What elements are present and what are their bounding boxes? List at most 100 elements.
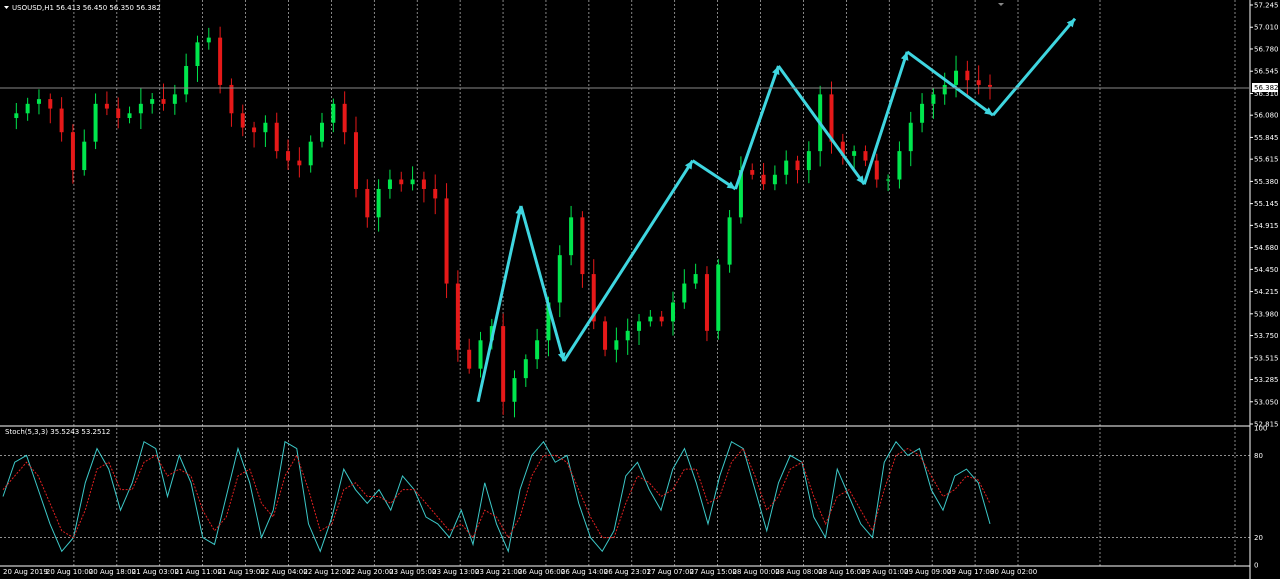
candle-body[interactable]: [897, 151, 902, 180]
candle-body[interactable]: [761, 174, 766, 185]
time-tick-label: 27 Aug 15:00: [690, 568, 737, 576]
candle-body[interactable]: [331, 103, 336, 123]
trading-chart[interactable]: 57.24557.01056.78056.54556.31056.08055.8…: [0, 0, 1280, 579]
candle-body[interactable]: [772, 174, 777, 185]
candle-body[interactable]: [376, 188, 381, 218]
candle-body[interactable]: [569, 217, 574, 256]
candle-body[interactable]: [523, 359, 528, 379]
time-tick-label: 20 Aug 18:00: [89, 568, 136, 576]
candle-body[interactable]: [320, 122, 325, 142]
candle-body[interactable]: [25, 103, 30, 114]
candle-body[interactable]: [965, 70, 970, 81]
candle-body[interactable]: [82, 141, 87, 171]
candle-body[interactable]: [184, 66, 189, 95]
candle-body[interactable]: [104, 103, 109, 109]
candle-body[interactable]: [478, 340, 483, 369]
candle-body[interactable]: [161, 99, 166, 104]
price-tick-label: 53.980: [1254, 310, 1279, 318]
candle-body[interactable]: [727, 217, 732, 265]
candle-body[interactable]: [795, 160, 800, 171]
candle-body[interactable]: [704, 274, 709, 331]
candle-body[interactable]: [716, 264, 721, 331]
candle-body[interactable]: [670, 302, 675, 322]
candle-body[interactable]: [116, 108, 121, 119]
price-tick-label: 54.450: [1254, 266, 1279, 274]
candle-body[interactable]: [410, 179, 415, 185]
candle-body[interactable]: [784, 160, 789, 175]
candle-body[interactable]: [297, 160, 302, 166]
chart-ohlc: 56.413 56.450 56.350 56.382: [56, 4, 161, 12]
candle-body[interactable]: [648, 316, 653, 322]
candle-body[interactable]: [512, 378, 517, 402]
candle-body[interactable]: [365, 188, 370, 218]
candle-body[interactable]: [70, 132, 75, 171]
chart-symbol: USOUSD,H1: [12, 4, 54, 12]
candle-body[interactable]: [421, 179, 426, 189]
candle-body[interactable]: [659, 316, 664, 322]
candle-body[interactable]: [150, 99, 155, 104]
chart-background: [0, 0, 1280, 579]
candle-body[interactable]: [829, 94, 834, 142]
candle-body[interactable]: [693, 274, 698, 284]
price-tick-label: 57.245: [1254, 2, 1279, 10]
candle-body[interactable]: [286, 151, 291, 161]
candle-body[interactable]: [637, 321, 642, 331]
time-tick-label: 22 Aug 20:00: [346, 568, 393, 576]
candle-body[interactable]: [218, 37, 223, 85]
candle-body[interactable]: [36, 99, 41, 104]
candle-body[interactable]: [399, 179, 404, 185]
candle-body[interactable]: [353, 132, 358, 189]
candle-body[interactable]: [195, 42, 200, 67]
candle-body[interactable]: [557, 255, 562, 303]
candle-body[interactable]: [535, 340, 540, 360]
candle-body[interactable]: [444, 198, 449, 284]
candle-body[interactable]: [240, 113, 245, 128]
candle-body[interactable]: [138, 103, 143, 114]
candle-body[interactable]: [988, 84, 992, 87]
candle-body[interactable]: [433, 188, 438, 199]
candle-body[interactable]: [501, 326, 506, 402]
candle-body[interactable]: [308, 141, 313, 166]
candle-body[interactable]: [852, 151, 857, 156]
candle-body[interactable]: [127, 113, 132, 119]
candle-body[interactable]: [682, 283, 687, 303]
candle-body[interactable]: [172, 94, 177, 104]
candle-body[interactable]: [886, 179, 891, 181]
time-axis: 20 Aug 201920 Aug 10:0020 Aug 18:0021 Au…: [3, 568, 1037, 576]
time-tick-label: 26 Aug 06:00: [518, 568, 565, 576]
candle-body[interactable]: [229, 84, 234, 114]
candle-body[interactable]: [252, 127, 257, 133]
price-tick-label: 53.750: [1254, 332, 1279, 340]
candle-body[interactable]: [342, 103, 347, 133]
candle-body[interactable]: [48, 99, 53, 109]
candle-body[interactable]: [580, 217, 585, 275]
candle-body[interactable]: [874, 160, 879, 180]
candle-body[interactable]: [976, 80, 981, 85]
candle-body[interactable]: [625, 330, 630, 341]
candle-body[interactable]: [274, 122, 279, 152]
candle-body[interactable]: [931, 94, 936, 104]
candle-body[interactable]: [14, 113, 19, 119]
candle-body[interactable]: [467, 349, 472, 369]
candle-body[interactable]: [920, 103, 925, 123]
candle-body[interactable]: [603, 321, 608, 350]
candle-body[interactable]: [908, 122, 913, 152]
candle-body[interactable]: [59, 108, 64, 133]
candle-body[interactable]: [206, 37, 211, 43]
candle-body[interactable]: [750, 170, 755, 175]
candle-body[interactable]: [806, 151, 811, 171]
candle-body[interactable]: [93, 103, 98, 142]
time-tick-label: 22 Aug 04:00: [260, 568, 307, 576]
candle-body[interactable]: [263, 122, 268, 133]
stoch-tick-label: 0: [1254, 562, 1258, 570]
candle-body[interactable]: [942, 84, 947, 95]
price-tick-label: 56.080: [1254, 112, 1279, 120]
price-tick-label: 55.615: [1254, 156, 1279, 164]
time-tick-label: 29 Aug 09:00: [904, 568, 951, 576]
stoch-header: Stoch(5,3,3) 35.5243 53.2512: [5, 428, 110, 436]
candle-body[interactable]: [455, 283, 460, 350]
candle-body[interactable]: [863, 151, 868, 161]
candle-body[interactable]: [954, 70, 959, 85]
candle-body[interactable]: [387, 179, 392, 189]
candle-body[interactable]: [614, 340, 619, 350]
